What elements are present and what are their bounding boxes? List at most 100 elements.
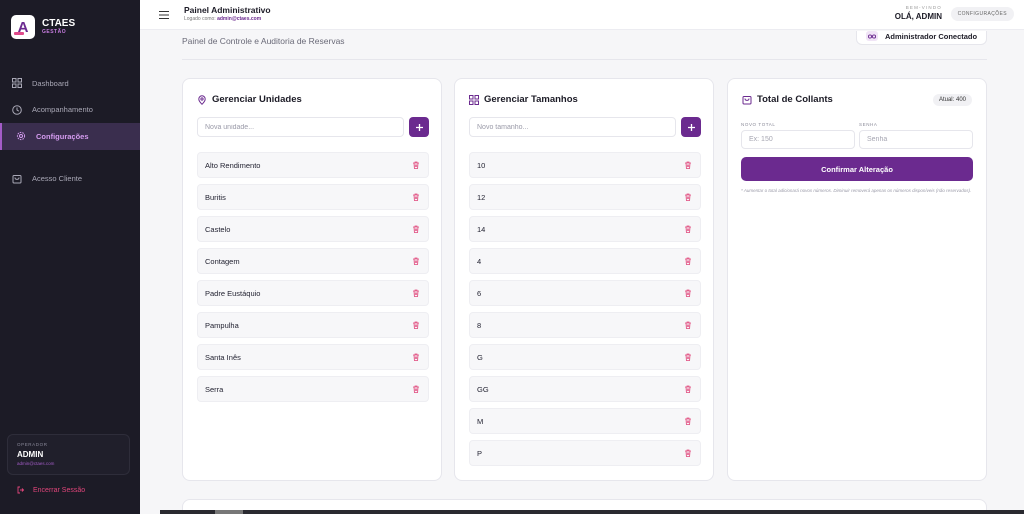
collants-title-text: Total de Collants <box>757 94 833 105</box>
tamanhos-list: 10 12 14 4 6 8 G GG M P <box>469 152 701 472</box>
list-item-label: P <box>477 448 483 458</box>
tamanhos-title: Gerenciar Tamanhos <box>469 94 578 105</box>
collants-card: Total de Collants Atual: 400 NOVO TOTAL … <box>727 78 987 481</box>
page-subtitle: Painel de Controle e Auditoria de Reserv… <box>182 36 345 46</box>
trash-icon[interactable] <box>684 385 692 393</box>
list-item: Castelo <box>197 216 429 242</box>
user-role: OPERADOR <box>17 442 48 447</box>
trash-icon[interactable] <box>684 417 692 425</box>
brand-sub: GESTÃO <box>42 29 67 35</box>
list-item: Padre Eustáquio <box>197 280 429 306</box>
trash-icon[interactable] <box>684 161 692 169</box>
grid-icon <box>469 94 479 105</box>
list-item: 12 <box>469 184 701 210</box>
novo-total-input[interactable] <box>741 130 855 149</box>
logout-icon <box>17 486 25 494</box>
list-item-label: Santa Inês <box>205 352 241 362</box>
scrollbar-thumb[interactable] <box>215 510 243 514</box>
trash-icon[interactable] <box>684 353 692 361</box>
admin-connected-badge: Administrador Conectado <box>856 31 987 45</box>
logout-button[interactable]: Encerrar Sessão <box>17 486 85 494</box>
sidebar-item-label: Acesso Cliente <box>32 174 83 184</box>
trash-icon[interactable] <box>412 193 420 201</box>
sidebar-item-label: Configurações <box>36 131 89 141</box>
trash-icon[interactable] <box>412 385 420 393</box>
confirm-button[interactable]: Confirmar Alteração <box>741 157 973 181</box>
list-item-label: Alto Rendimento <box>205 160 261 170</box>
user-card: OPERADOR ADMIN admin@ctaes.com <box>7 434 130 475</box>
trash-icon[interactable] <box>684 225 692 233</box>
brand-logo-icon: A <box>11 15 35 39</box>
plus-icon <box>687 123 695 131</box>
list-item-label: Serra <box>205 384 224 394</box>
list-item: 10 <box>469 152 701 178</box>
top-header: Painel Administrativo Logado como: admin… <box>140 0 1024 30</box>
divider <box>182 59 987 60</box>
header-logged-as: Logado como: admin@ctaes.com <box>184 16 262 22</box>
list-item-label: 12 <box>477 192 486 202</box>
list-item: M <box>469 408 701 434</box>
sidebar-item-dashboard[interactable]: Dashboard <box>0 70 140 97</box>
trash-icon[interactable] <box>412 161 420 169</box>
list-item: Serra <box>197 376 429 402</box>
trash-icon[interactable] <box>412 289 420 297</box>
sidebar-nav: Dashboard Acompanhamento Configurações A… <box>0 70 140 192</box>
list-item-label: G <box>477 352 483 362</box>
unidades-title-text: Gerenciar Unidades <box>212 94 302 105</box>
list-item-label: 14 <box>477 224 486 234</box>
list-item: Buritis <box>197 184 429 210</box>
senha-input[interactable] <box>859 130 973 149</box>
header-title: Painel Administrativo <box>184 5 271 15</box>
list-item: 6 <box>469 280 701 306</box>
trash-icon[interactable] <box>412 257 420 265</box>
novo-tamanho-input[interactable] <box>469 117 676 137</box>
atual-badge: Atual: 400 <box>932 94 972 106</box>
add-unidade-button[interactable] <box>409 117 429 137</box>
clock-icon <box>12 104 22 115</box>
trash-icon[interactable] <box>684 257 692 265</box>
list-item-label: Padre Eustáquio <box>205 288 261 298</box>
config-pill[interactable]: CONFIGURAÇÕES <box>950 7 1014 21</box>
map-pin-icon <box>198 94 206 105</box>
list-item-label: 4 <box>477 256 482 266</box>
user-name: ADMIN <box>17 450 44 459</box>
list-item-label: Pampulha <box>205 320 239 330</box>
list-item: P <box>469 440 701 466</box>
list-item-label: M <box>477 416 484 426</box>
novo-total-label: NOVO TOTAL <box>741 122 776 127</box>
menu-icon[interactable] <box>158 9 170 21</box>
nova-unidade-input[interactable] <box>197 117 404 137</box>
list-item-label: 6 <box>477 288 482 298</box>
unidades-title: Gerenciar Unidades <box>197 94 302 105</box>
trash-icon[interactable] <box>684 449 692 457</box>
brand-name: CTAES <box>42 18 76 29</box>
tamanhos-title-text: Gerenciar Tamanhos <box>484 94 578 105</box>
trash-icon[interactable] <box>412 225 420 233</box>
main-content: Painel de Controle e Auditoria de Reserv… <box>140 31 1024 514</box>
list-item: Santa Inês <box>197 344 429 370</box>
collants-title: Total de Collants <box>742 94 833 105</box>
bag-icon <box>742 95 752 104</box>
trash-icon[interactable] <box>684 193 692 201</box>
senha-label: SENHA <box>859 122 878 127</box>
trash-icon[interactable] <box>412 321 420 329</box>
gear-icon <box>16 132 26 141</box>
unidades-list: Alto Rendimento Buritis Castelo Contagem… <box>197 152 429 408</box>
sidebar-item-configuracoes[interactable]: Configurações <box>0 123 140 150</box>
list-item-label: 8 <box>477 320 482 330</box>
list-item-label: Buritis <box>205 192 226 202</box>
unidades-card: Gerenciar Unidades Alto Rendimento Burit… <box>182 78 442 481</box>
list-item: GG <box>469 376 701 402</box>
horizontal-scrollbar[interactable] <box>160 510 1024 514</box>
user-email: admin@ctaes.com <box>17 461 55 466</box>
sidebar-item-acompanhamento[interactable]: Acompanhamento <box>0 97 140 124</box>
add-tamanho-button[interactable] <box>681 117 701 137</box>
trash-icon[interactable] <box>684 321 692 329</box>
trash-icon[interactable] <box>412 353 420 361</box>
trash-icon[interactable] <box>684 289 692 297</box>
admin-connected-label: Administrador Conectado <box>885 31 978 41</box>
list-item-label: 10 <box>477 160 486 170</box>
sidebar-item-acesso-cliente[interactable]: Acesso Cliente <box>0 166 140 193</box>
brand[interactable]: A CTAES GESTÃO <box>11 15 75 39</box>
header-logged-email: admin@ctaes.com <box>217 16 262 22</box>
